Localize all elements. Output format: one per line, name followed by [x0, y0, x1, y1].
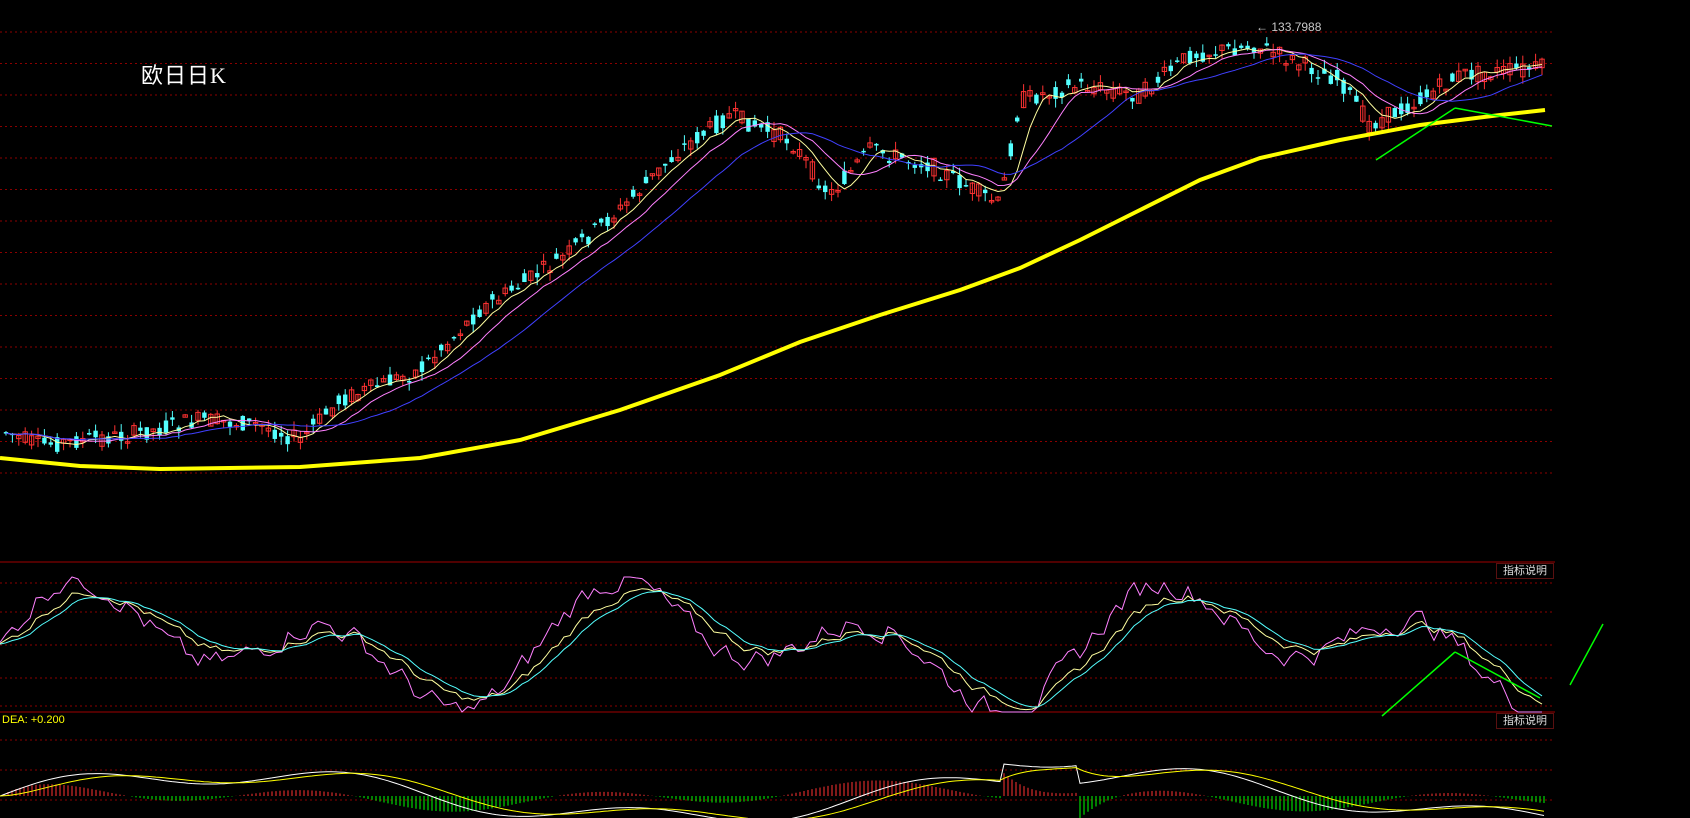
candle-body [247, 418, 252, 421]
candle-body [522, 273, 527, 283]
candle-body [682, 143, 687, 145]
candle-body [784, 138, 789, 144]
candle-body [669, 157, 674, 163]
candle-body [272, 429, 277, 439]
chart-canvas [0, 31, 1604, 818]
candle-body [1130, 97, 1135, 102]
candle-body [138, 427, 143, 431]
candle-body [1168, 65, 1173, 72]
candle-body [407, 381, 412, 383]
candle-body [55, 437, 60, 452]
candle-body [93, 430, 98, 438]
candle-body [631, 189, 636, 197]
kdj-d-line [0, 590, 1543, 708]
candle-body [957, 175, 962, 189]
candle-body [419, 361, 425, 373]
candle-body [490, 294, 495, 300]
candle-body [202, 412, 207, 418]
candle-body [1008, 143, 1013, 157]
candle-body [643, 176, 649, 184]
candle-body [714, 115, 719, 134]
candle-body [823, 185, 828, 193]
candle-body [87, 432, 92, 435]
candle-body [983, 189, 988, 194]
candle-body [170, 417, 175, 420]
candle-body [1347, 87, 1353, 90]
candle-body [343, 394, 348, 406]
candle-body [471, 314, 476, 325]
candle-body [842, 170, 847, 184]
candle-body [592, 223, 597, 225]
candle-body [816, 185, 821, 189]
candle-body [1373, 122, 1378, 129]
candle-body [535, 273, 540, 278]
ma5-line [5, 48, 1543, 446]
candle-body [323, 408, 329, 415]
candle-body [1514, 63, 1519, 68]
candle-body [311, 418, 316, 425]
candle-body [1155, 76, 1161, 83]
ma10-line [5, 48, 1543, 442]
trendline [1381, 651, 1456, 717]
candle-body [1328, 75, 1333, 84]
candle-body [605, 216, 610, 227]
candle-body [1175, 60, 1180, 62]
candle-body [1424, 89, 1429, 98]
candle-body [599, 218, 604, 223]
candle-body [1194, 53, 1199, 59]
candle-body [1309, 67, 1314, 75]
candle-body [579, 233, 585, 238]
candle-body [701, 130, 706, 136]
candle-body [426, 357, 431, 360]
candle-body [279, 432, 284, 437]
candle-body [439, 344, 444, 351]
candle-body [573, 238, 578, 243]
candle-body [695, 132, 700, 144]
candle-body [285, 436, 290, 445]
candle-body [1264, 43, 1269, 46]
candle-body [1213, 54, 1218, 56]
candle-body [48, 442, 53, 445]
candle-body [1418, 92, 1423, 105]
candle-body [1079, 78, 1084, 82]
candle-body [663, 163, 668, 166]
trendline [1569, 623, 1604, 686]
candle-body [1015, 117, 1020, 122]
candle-body [1187, 50, 1193, 64]
candle-body [144, 427, 149, 440]
ma20-line [5, 53, 1543, 441]
candle-body [1354, 95, 1359, 102]
candle-body [554, 253, 559, 259]
candle-body [451, 337, 457, 339]
candle-body [1450, 73, 1455, 82]
candle-body [874, 143, 879, 146]
candle-body [720, 115, 725, 129]
candle-body [963, 185, 969, 187]
candle-body [1239, 45, 1244, 48]
candle-body [515, 287, 521, 290]
candle-body [746, 118, 751, 132]
candle-body [509, 285, 514, 291]
candle-body [1226, 44, 1231, 47]
candle-body [1315, 77, 1321, 79]
candle-body [861, 150, 866, 153]
candle-body [1066, 79, 1071, 86]
candle-body [42, 437, 47, 444]
ma-long-line [0, 108, 1546, 472]
candle-body [336, 395, 341, 405]
candle-body [477, 309, 482, 317]
candle-body [74, 436, 79, 448]
candle-body [887, 160, 892, 163]
candle-body [227, 421, 233, 427]
candle-body [163, 420, 169, 433]
candle-body [1034, 94, 1039, 104]
candle-body [912, 165, 917, 168]
candle-body [938, 179, 943, 182]
candle-body [1392, 108, 1397, 118]
